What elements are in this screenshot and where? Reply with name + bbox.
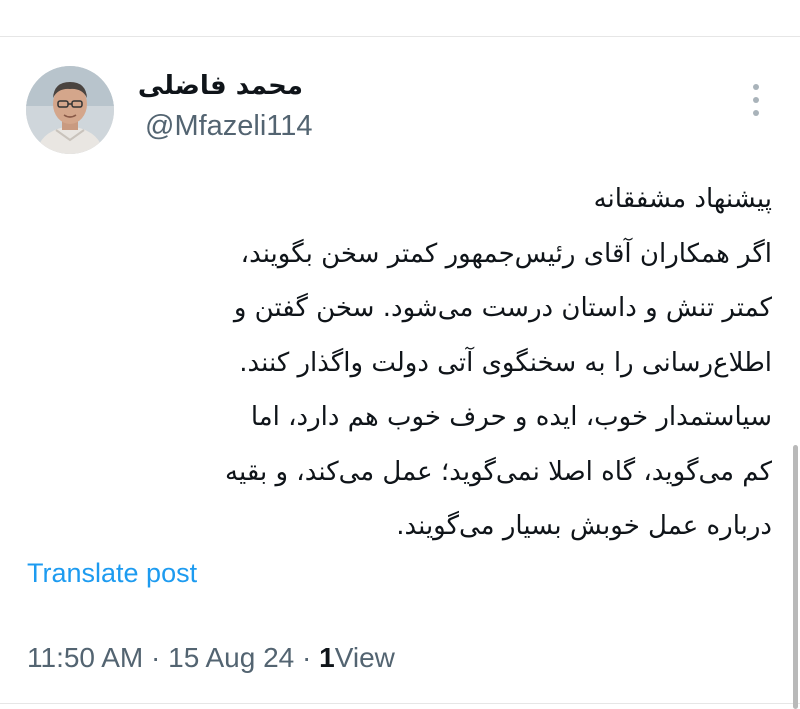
post-text: پیشنهاد مشفقانه اگر همکاران آقای رئیس‌جم… — [12, 172, 772, 554]
translate-post-link[interactable]: Translate post — [27, 555, 197, 591]
scrollbar[interactable] — [793, 445, 798, 709]
avatar[interactable] — [26, 66, 114, 154]
views-label: View — [334, 642, 395, 673]
post-line: کم می‌گوید، گاه اصلا نمی‌گوید؛ عمل می‌کن… — [225, 456, 772, 487]
dot — [753, 97, 759, 103]
bottom-divider — [0, 703, 800, 704]
post-line: سیاستمدار خوب، ایده و حرف خوب هم دارد، ا… — [250, 402, 772, 432]
dot — [753, 84, 759, 90]
post-line: کمتر تنش و داستان درست می‌شود. سخن گفتن … — [233, 293, 772, 323]
post-line: درباره عمل خوبش بسیار می‌گویند. — [396, 511, 772, 541]
meta-separator: · — [302, 642, 320, 673]
views-count: 1 — [319, 642, 335, 673]
post-line: اگر همکاران آقای رئیس‌جمهور کمتر سخن بگو… — [240, 238, 772, 269]
post-date[interactable]: 15 Aug 24 — [168, 642, 294, 673]
more-options-icon[interactable] — [748, 84, 764, 116]
post-time[interactable]: 11:50 AM — [27, 642, 143, 673]
dot — [753, 110, 759, 116]
author-name[interactable]: محمد فاضلی — [138, 70, 303, 102]
top-divider — [0, 36, 800, 37]
post-meta: 11:50 AM · 15 Aug 24 · 1View — [27, 640, 395, 676]
post-line: پیشنهاد مشفقانه — [593, 184, 772, 214]
avatar-image — [26, 66, 114, 154]
author-handle[interactable]: @Mfazeli114 — [145, 108, 313, 144]
post-line: اطلاع‌رسانی را به سخنگوی آتی دولت واگذار… — [239, 347, 772, 378]
meta-separator: · — [151, 642, 169, 673]
